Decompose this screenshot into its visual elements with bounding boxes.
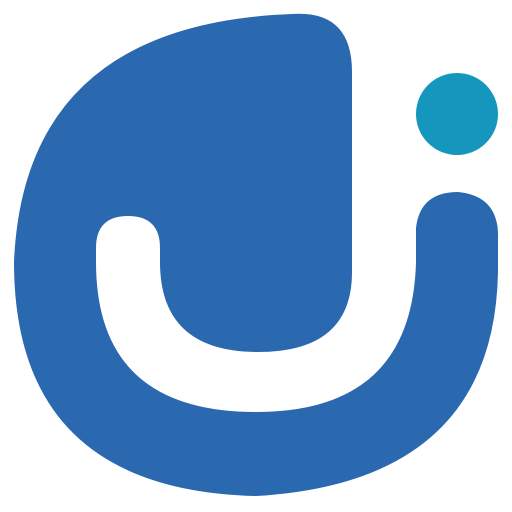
brand-logo-icon (14, 13, 499, 497)
logo-body-shape (14, 13, 499, 497)
logo-dot-shape (416, 73, 498, 155)
logo-canvas (0, 0, 512, 512)
